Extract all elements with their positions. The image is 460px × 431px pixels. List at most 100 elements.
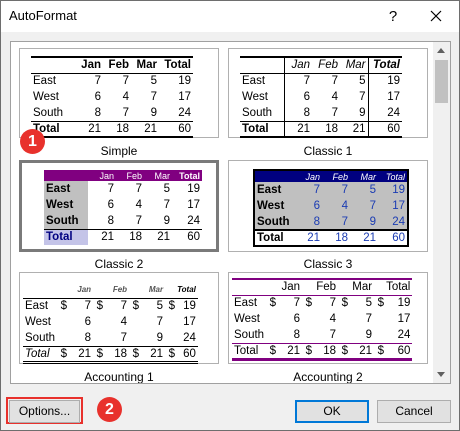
value-cell: 17 [178, 91, 191, 103]
preview-row: East 7 7 5 19 [31, 73, 193, 89]
value-cell: 9 [163, 214, 170, 227]
value-cell: 7 [94, 75, 101, 88]
value-cell: 7 [303, 75, 310, 88]
format-tile-classic1[interactable]: Jan Feb Mar Total East 7 7 5 19 West 6 4 7 17 South 8 7 9… [228, 48, 428, 160]
scroll-thumb[interactable] [435, 60, 448, 103]
column-header: Mar [154, 170, 171, 181]
value-cell: 7 [122, 75, 129, 88]
title-bar: AutoFormat ? [1, 1, 459, 32]
value-cell: 60 [378, 230, 408, 246]
value-cell: 7 [293, 297, 301, 310]
format-tile-classic3[interactable]: Jan Feb Mar Total East 7 7 5 19 West 6 4 7 17 South 8 7 9… [228, 160, 428, 272]
value-cell: 7 [341, 215, 348, 228]
autoformat-dialog: AutoFormat ? Jan Feb Mar Total East 7 7 5 19 West… [0, 0, 460, 431]
value-cell: 18 [322, 230, 350, 246]
row-label: West [240, 89, 285, 105]
currency-cell: $ [269, 344, 277, 357]
preview-row: East 7 7 5 19 [44, 181, 202, 197]
preview-row: East $7 $7 $5 $19 [23, 298, 198, 314]
value-cell: 21 [294, 230, 322, 246]
preview-table-classic2: Jan Feb Mar Total East 7 7 5 19 West 6 4 7 17 South 8 7 9… [44, 170, 202, 245]
value-cell: 9 [365, 328, 373, 341]
currency-cell: $ [132, 347, 140, 360]
preview-row: Jan Feb Mar Total [44, 170, 202, 181]
preview-row: South 8 7 9 24 [44, 213, 202, 229]
value-cell: 19 [397, 297, 411, 310]
currency-cell [266, 327, 276, 343]
currency-cell [338, 327, 348, 343]
currency-cell [93, 314, 103, 330]
value-cell: 5 [156, 300, 164, 313]
currency-cell [374, 311, 384, 327]
row-label: South [25, 331, 56, 344]
row-label: East [240, 73, 285, 89]
format-tile-accounting2[interactable]: Jan Feb Mar Total East $7 $7 $5 $19 West 6 4 7 17 Sout… [228, 272, 428, 383]
preview-row: West 6 4 7 17 [240, 89, 402, 105]
format-preview-classic1: Jan Feb Mar Total East 7 7 5 19 West 6 4 7 17 South 8 7 9… [228, 48, 428, 138]
currency-cell: $ [341, 344, 349, 357]
corner-cell [44, 170, 88, 181]
cancel-button[interactable]: Cancel [377, 400, 451, 423]
value-cell: 24 [392, 215, 405, 228]
format-tile-accounting1[interactable]: Jan Feb Mar Total East $7 $7 $5 $19 West 6 4 7 17 Sout… [19, 272, 219, 383]
preview-row: West 6 4 7 17 [232, 311, 412, 327]
options-button[interactable]: Options... [9, 400, 80, 423]
currency-cell [302, 327, 312, 343]
preview-row: Jan Feb Mar Total [23, 282, 198, 298]
gallery-scrollbar[interactable] [433, 42, 450, 383]
column-header: Total [177, 285, 196, 295]
value-cell: 5 [359, 75, 366, 88]
currency-cell [338, 311, 348, 327]
preview-row: Total $21 $18 $21 $60 [232, 343, 413, 359]
scroll-up-arrow-icon[interactable] [433, 42, 450, 59]
value-cell: 7 [122, 106, 129, 119]
value-cell: 7 [135, 214, 142, 227]
row-label: Total [234, 344, 259, 357]
row-label: West [33, 91, 59, 103]
format-tile-classic2[interactable]: Jan Feb Mar Total East 7 7 5 19 West 6 4 7 17 South 8 7 9… [19, 160, 219, 272]
value-cell: 4 [135, 199, 142, 211]
preview-row: West 6 4 7 17 [44, 197, 202, 213]
format-label-classic3: Classic 3 [303, 257, 353, 271]
value-cell: 7 [150, 91, 157, 103]
preview-row: Jan Feb Mar Total [31, 57, 193, 73]
preview-row: Total 21 18 21 60 [44, 229, 202, 245]
preview-row: South 8 7 9 24 [31, 105, 193, 121]
spacer-cell [93, 282, 103, 298]
value-cell: 7 [120, 331, 128, 344]
ok-button[interactable]: OK [295, 400, 369, 423]
column-header: Jan [99, 170, 114, 181]
value-cell: 8 [293, 328, 301, 341]
corner-cell [31, 57, 75, 73]
value-cell: 7 [329, 328, 337, 341]
preview-row: Total $21 $18 $21 $60 [23, 346, 198, 362]
value-cell: 21 [78, 347, 92, 360]
column-header: Feb [126, 170, 142, 181]
preview-row: East 7 7 5 19 [240, 73, 402, 89]
help-button[interactable]: ? [373, 1, 413, 32]
corner-cell [254, 170, 294, 182]
preview-row: South 8 7 9 24 [232, 327, 412, 343]
row-label: South [234, 328, 265, 341]
value-cell: 4 [331, 91, 338, 103]
value-cell: 21 [88, 122, 101, 135]
format-label-simple: Simple [100, 144, 138, 158]
format-gallery[interactable]: Jan Feb Mar Total East 7 7 5 19 West 6 4 7 17 South 8 7 9… [10, 41, 451, 384]
preview-row: Total 21 18 21 60 [254, 230, 408, 246]
value-cell: 24 [367, 105, 402, 121]
format-tile-simple[interactable]: Jan Feb Mar Total East 7 7 5 19 West 6 4 7 17 South 8 7 9… [19, 48, 219, 160]
value-cell: 6 [94, 91, 101, 103]
value-cell: 19 [367, 73, 402, 89]
row-label: East [25, 300, 49, 313]
row-label: West [234, 313, 260, 325]
currency-cell: $ [377, 344, 385, 357]
column-header: Mar [148, 285, 164, 295]
spacer-cell [302, 279, 312, 295]
scroll-down-arrow-icon[interactable] [433, 366, 450, 383]
value-cell: 21 [297, 122, 310, 135]
close-button[interactable] [413, 1, 459, 32]
currency-cell: $ [341, 297, 349, 310]
currency-cell [57, 314, 67, 330]
column-header: Feb [112, 285, 128, 295]
row-label: Total [44, 229, 88, 245]
